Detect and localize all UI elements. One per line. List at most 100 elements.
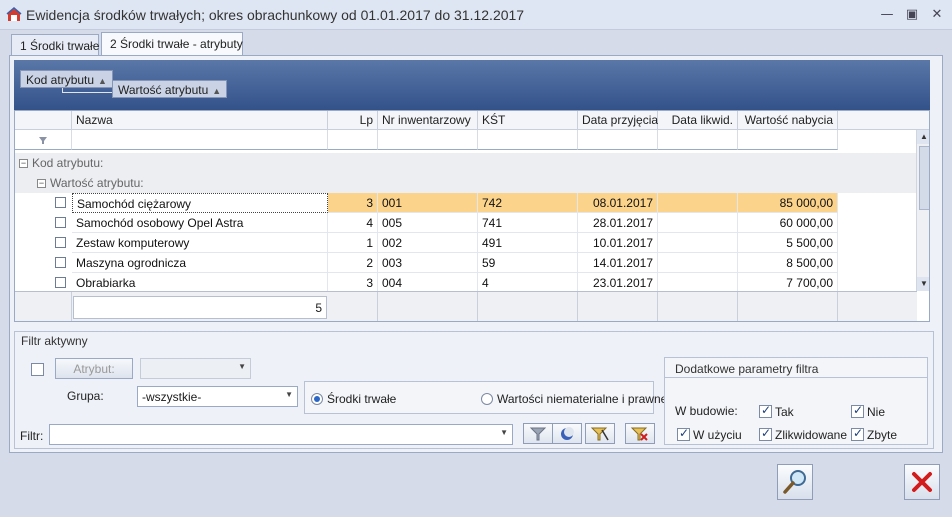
collapse-icon[interactable]: −: [37, 179, 46, 189]
filter-cell-nazwa[interactable]: [72, 130, 328, 150]
cell-date-liq: [658, 273, 738, 293]
footer-cell: [378, 292, 478, 321]
cell-value: 85 000,00: [738, 193, 838, 213]
cell-inv: 001: [378, 193, 478, 213]
group-chip-label: Wartość atrybutu: [118, 83, 209, 97]
grid-footer: 5: [15, 291, 917, 321]
attribute-filter-checkbox[interactable]: [31, 363, 44, 376]
attribute-button[interactable]: Atrybut:: [55, 358, 133, 379]
filter-cell-date-acq[interactable]: [578, 130, 658, 150]
moon-filter-icon: [561, 426, 574, 440]
cell-date-liq: [658, 233, 738, 253]
cell-lp: 4: [328, 213, 378, 233]
radio-wartosci-niematerialne-label[interactable]: Wartości niematerialne i prawne: [497, 392, 667, 406]
w-budowie-label: W budowie:: [675, 404, 738, 418]
sort-asc-icon: ▲: [98, 76, 107, 86]
checkbox-w-uzyciu-label[interactable]: W użyciu: [693, 428, 742, 442]
collapse-icon[interactable]: −: [19, 159, 28, 169]
filter-cell-date-liq[interactable]: [658, 130, 738, 150]
table-row[interactable]: Samochód osobowy Opel Astra 4 005 741 28…: [15, 213, 915, 233]
filter-cell-lp[interactable]: [328, 130, 378, 150]
filter-cell-value[interactable]: [738, 130, 838, 150]
col-header-data-przyjecia[interactable]: Data przyjęcia: [578, 111, 658, 130]
group-row-kod-atrybutu[interactable]: − Kod atrybutu:: [15, 153, 916, 173]
tab-srodki-trwale[interactable]: 1 Środki trwałe: [11, 34, 99, 56]
checkbox-zlikwidowane-label[interactable]: Zlikwidowane: [775, 428, 847, 442]
group-chip-wartosc-atrybutu[interactable]: Wartość atrybutu ▲: [112, 80, 228, 98]
cell-nazwa: Samochód osobowy Opel Astra: [72, 213, 328, 233]
checkbox-tak-label[interactable]: Tak: [775, 405, 794, 419]
checkbox-zlikwidowane[interactable]: [759, 426, 772, 441]
col-header-wartosc-nabycia[interactable]: Wartość nabycia: [738, 111, 838, 130]
cell-kst: 741: [478, 213, 578, 233]
checkbox-tak[interactable]: [759, 403, 772, 418]
scroll-down-icon[interactable]: ▼: [917, 277, 929, 291]
row-checkbox[interactable]: [55, 277, 66, 288]
vertical-scrollbar[interactable]: ▲ ▼: [916, 130, 929, 291]
preview-button[interactable]: [777, 464, 813, 500]
group-connector: [62, 88, 114, 93]
table-row[interactable]: Samochód ciężarowy 3 001 742 08.01.2017 …: [15, 193, 915, 213]
sort-asc-icon: ▲: [212, 86, 222, 96]
cell-date-acq: 28.01.2017: [578, 213, 658, 233]
col-header-nazwa[interactable]: Nazwa: [72, 111, 328, 130]
minimize-button[interactable]: —: [878, 6, 896, 24]
checkbox-w-uzyciu[interactable]: [677, 426, 690, 441]
cell-lp: 2: [328, 253, 378, 273]
cell-value: 7 700,00: [738, 273, 838, 293]
funnel-icon: [529, 427, 547, 440]
col-indicator: [15, 111, 72, 130]
radio-srodki-trwale-label[interactable]: Środki trwałe: [327, 392, 396, 406]
col-header-nr-inwentarzowy[interactable]: Nr inwentarzowy: [378, 111, 478, 130]
apply-filter-button[interactable]: [523, 423, 553, 444]
checkbox-nie-label[interactable]: Nie: [867, 405, 885, 419]
cell-nazwa: Maszyna ogrodnicza: [72, 253, 328, 273]
cell-date-acq: 10.01.2017: [578, 233, 658, 253]
checkbox-zbyte-label[interactable]: Zbyte: [867, 428, 897, 442]
close-window-button[interactable]: ✕: [928, 6, 946, 24]
checkbox-nie[interactable]: [851, 403, 864, 418]
restore-button[interactable]: ▣: [903, 6, 921, 24]
radio-wartosci-niematerialne[interactable]: [481, 393, 493, 405]
footer-cell: [15, 292, 72, 321]
row-checkbox[interactable]: [55, 257, 66, 268]
tab-srodki-trwale-atrybuty[interactable]: 2 Środki trwałe - atrybuty: [101, 32, 243, 56]
col-header-filler: [838, 111, 929, 130]
filter-toggle-button[interactable]: [552, 423, 582, 444]
filter-panel-header: Filtr aktywny: [21, 334, 88, 348]
filter-cell-kst[interactable]: [478, 130, 578, 150]
group-row-wartosc-atrybutu[interactable]: − Wartość atrybutu:: [15, 173, 916, 193]
cell-kst: 59: [478, 253, 578, 273]
filter-row-indicator: [15, 130, 72, 150]
footer-cell: [658, 292, 738, 321]
table-row[interactable]: Zestaw komputerowy 1 002 491 10.01.2017 …: [15, 233, 915, 253]
table-row[interactable]: Obrabiarka 3 004 4 23.01.2017 7 700,00: [15, 273, 915, 293]
col-header-data-likwid[interactable]: Data likwid.: [658, 111, 738, 130]
group-select[interactable]: -wszystkie- ▼: [137, 386, 298, 407]
cell-date-acq: 14.01.2017: [578, 253, 658, 273]
record-count: 5: [73, 296, 327, 319]
filter-wizard-button[interactable]: [585, 423, 615, 444]
row-checkbox[interactable]: [55, 197, 66, 208]
row-checkbox[interactable]: [55, 217, 66, 228]
filter-input[interactable]: ▼: [49, 424, 513, 445]
table-row[interactable]: Maszyna ogrodnicza 2 003 59 14.01.2017 8…: [15, 253, 915, 273]
title-bar: Ewidencja środków trwałych; okres obrach…: [0, 0, 952, 30]
clear-filter-button[interactable]: [625, 423, 655, 444]
attribute-select[interactable]: ▼: [140, 358, 251, 379]
checkbox-zbyte[interactable]: [851, 426, 864, 441]
footer-cell: [738, 292, 838, 321]
close-button[interactable]: [904, 464, 940, 500]
scroll-thumb[interactable]: [919, 146, 929, 210]
group-row-label: Kod atrybutu:: [32, 156, 104, 170]
cell-lp: 1: [328, 233, 378, 253]
row-checkbox[interactable]: [55, 237, 66, 248]
group-chip-kod-atrybutu[interactable]: Kod atrybutu ▲: [20, 70, 113, 88]
col-header-kst[interactable]: KŚT: [478, 111, 578, 130]
scroll-up-icon[interactable]: ▲: [917, 130, 929, 144]
group-by-panel[interactable]: Kod atrybutu ▲ Wartość atrybutu ▲: [14, 60, 930, 110]
radio-srodki-trwale[interactable]: [311, 393, 323, 405]
filter-cell-inv[interactable]: [378, 130, 478, 150]
col-header-lp[interactable]: Lp: [328, 111, 378, 130]
assets-grid[interactable]: Nazwa Lp Nr inwentarzowy KŚT Data przyję…: [14, 110, 930, 322]
